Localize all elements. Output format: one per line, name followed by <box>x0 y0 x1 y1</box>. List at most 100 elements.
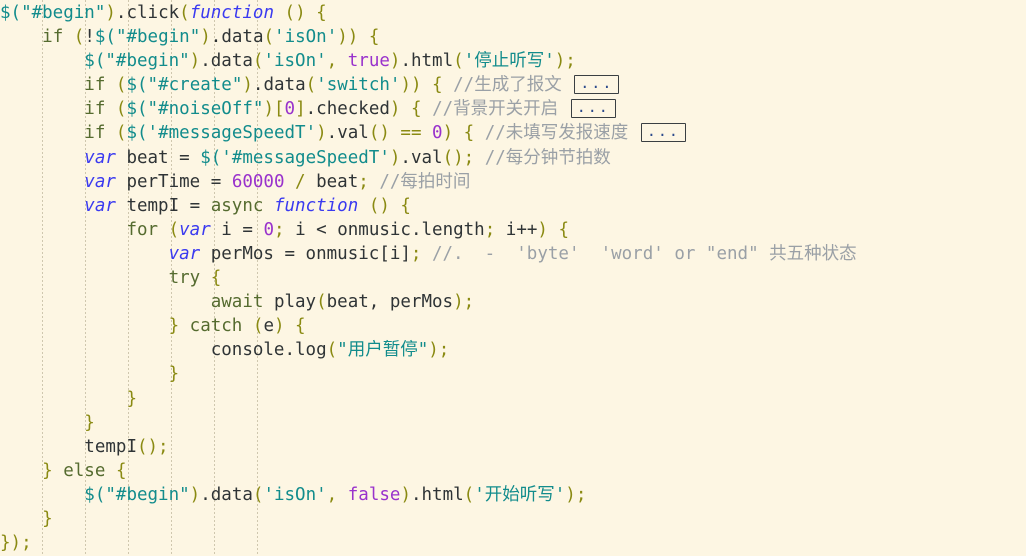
token-ident: beat <box>316 171 359 192</box>
code-line: } <box>0 362 1026 386</box>
code-line: } else { <box>0 459 1026 483</box>
token-dollar: $( <box>126 99 148 120</box>
code-line: console.log("用户暂停"); <box>0 338 1026 362</box>
code-line: $("#begin").click(function () { <box>0 1 1026 25</box>
token-punc: ) <box>189 51 201 72</box>
code-line: } <box>0 507 1026 531</box>
token-ident <box>263 196 274 216</box>
token-str: "#noiseOff" <box>147 99 264 120</box>
token-ident: i++ <box>505 219 538 240</box>
token-punc: ); <box>453 292 475 313</box>
token-str: "#begin" <box>115 27 201 48</box>
token-ident <box>242 316 253 336</box>
token-ident <box>274 3 285 23</box>
token-ident <box>105 461 116 481</box>
code-fold-marker[interactable]: ... <box>570 99 616 119</box>
token-ident <box>200 268 211 288</box>
token-ident <box>105 99 116 119</box>
token-punc: () == <box>368 123 433 144</box>
token-kw: async <box>210 195 264 216</box>
token-punc: )[ <box>263 99 285 120</box>
token-ident: .html <box>400 51 454 72</box>
code-content[interactable]: $("#begin").click(function () { if (!$("… <box>0 0 1026 555</box>
token-punc: ( <box>252 316 264 337</box>
token-cmt: //. - 'byte' 'word' or "end" 共五种状态 <box>421 243 857 264</box>
token-num: 0 <box>284 99 296 120</box>
code-fold-marker[interactable]: ... <box>640 123 686 143</box>
token-num: 0 <box>263 219 274 240</box>
token-ident: .data <box>252 75 306 96</box>
token-punc: } <box>42 460 64 481</box>
token-punc: ) <box>389 51 401 72</box>
token-punc: } <box>42 508 53 529</box>
token-punc: ( <box>252 51 264 72</box>
code-line: if ($('#messageSpeedT').val() == 0) { //… <box>0 121 1026 145</box>
token-punc: ; <box>410 243 422 264</box>
token-punc: ( <box>305 75 317 96</box>
token-kwv: var <box>84 195 116 216</box>
token-punc: () { <box>284 3 327 23</box>
code-line: $("#begin").data('isOn', true).html('停止听… <box>0 49 1026 73</box>
code-editor-viewport[interactable]: $("#begin").click(function () { if (!$("… <box>0 0 1026 556</box>
code-line: for (var i = 0; i < onmusic.length; i++)… <box>0 218 1026 242</box>
token-punc: / <box>284 171 317 192</box>
token-str: '停止听写' <box>463 51 555 72</box>
token-bool: false <box>347 484 401 505</box>
token-cmt: //每分钟节拍数 <box>474 147 611 168</box>
code-line: } <box>0 411 1026 435</box>
token-cmt: //背景开关开启 <box>421 99 569 120</box>
token-kwv: var <box>179 219 211 240</box>
token-punc: () { <box>368 195 411 216</box>
token-punc: ) { <box>389 99 422 120</box>
code-line: var perTime = 60000 / beat; //每拍时间 <box>0 170 1026 194</box>
token-punc: } <box>168 316 190 337</box>
token-punc: ) <box>389 147 401 168</box>
code-line: tempI(); <box>0 435 1026 459</box>
token-ident: tempI <box>84 436 137 457</box>
token-cmt: //未填写发报速度 <box>474 123 639 144</box>
token-punc: { <box>115 460 127 481</box>
token-dollar: $( <box>126 75 148 96</box>
token-kwv: function <box>273 195 359 216</box>
token-punc: ( <box>252 484 264 505</box>
token-ident <box>358 196 369 216</box>
token-ident: .val <box>326 123 369 144</box>
token-punc: ] <box>295 99 306 120</box>
token-ident <box>158 220 169 240</box>
code-line: if ($("#create").data('switch')) { //生成了… <box>0 73 1026 97</box>
code-line: if ($("#noiseOff")[0].checked) { //背景开关开… <box>0 97 1026 121</box>
token-cmt: //每拍时间 <box>368 171 471 192</box>
token-punc: ( <box>316 292 327 313</box>
token-dollar: $( <box>126 123 148 144</box>
code-line: var beat = $('#messageSpeedT').val(); //… <box>0 146 1026 170</box>
token-kw: if <box>42 27 64 48</box>
token-ident: beat, perMos <box>326 292 454 313</box>
token-punc: ; <box>358 171 369 192</box>
token-punc: ) <box>200 27 211 48</box>
token-ident: perTime = <box>115 171 232 192</box>
token-punc: ) <box>242 75 253 96</box>
token-str: "#create" <box>147 75 243 96</box>
token-punc: } <box>84 412 95 433</box>
token-bool: true <box>347 51 390 72</box>
token-kwv: var <box>84 171 116 192</box>
token-punc: } <box>126 388 137 409</box>
code-line: await play(beat, perMos); <box>0 290 1026 314</box>
token-punc: ) { <box>442 123 475 144</box>
token-str: '#messageSpeedT' <box>221 147 390 168</box>
token-num: 0 <box>432 123 443 144</box>
token-ident: beat = <box>115 147 201 168</box>
token-kw: if <box>84 123 106 144</box>
code-line: } <box>0 387 1026 411</box>
token-punc: ( <box>179 3 190 23</box>
code-fold-marker[interactable]: ... <box>574 75 620 95</box>
